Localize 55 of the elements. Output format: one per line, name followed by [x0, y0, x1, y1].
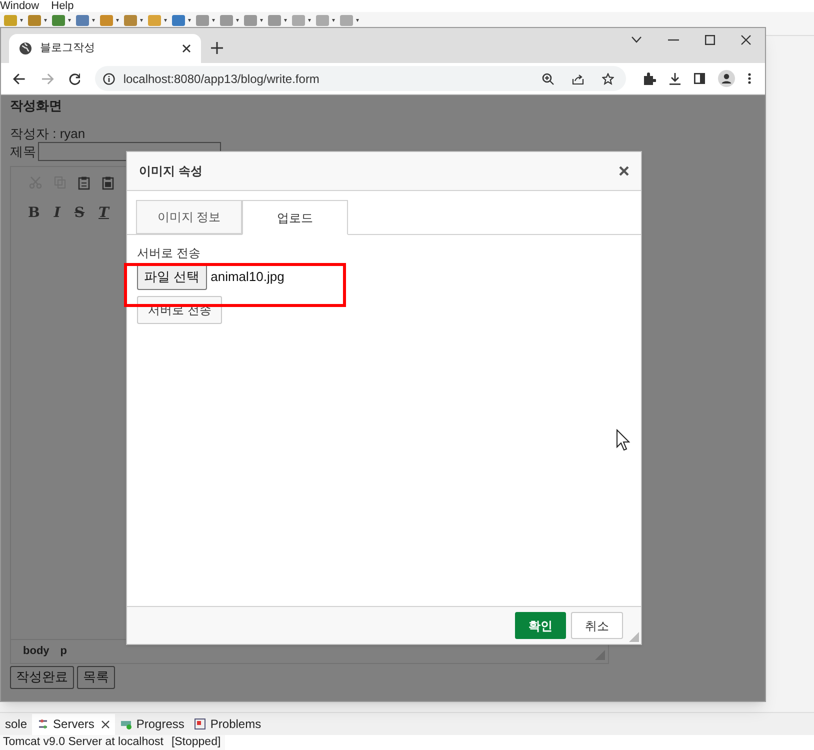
- address-bar[interactable]: localhost:8080/app13/blog/write.form: [95, 66, 626, 91]
- cancel-button[interactable]: 취소: [571, 612, 623, 639]
- close-icon[interactable]: [741, 34, 751, 44]
- progress-icon: [120, 718, 132, 730]
- reload-icon[interactable]: [68, 72, 80, 84]
- upload-label: 서버로 전송: [137, 246, 200, 260]
- problems-icon: [194, 718, 206, 730]
- browser-tab[interactable]: 블로그작성: [9, 34, 201, 63]
- clipboard-icon[interactable]: [78, 176, 90, 190]
- plus-icon[interactable]: [211, 42, 223, 54]
- zoom-icon[interactable]: [542, 72, 554, 84]
- panel-tab[interactable]: Problems: [189, 714, 266, 734]
- clipboard-text-icon[interactable]: [102, 176, 114, 190]
- strike-button[interactable]: S: [74, 203, 85, 224]
- menu-item[interactable]: Window: [0, 0, 40, 12]
- list-button[interactable]: 목록: [77, 666, 115, 688]
- italic-button[interactable]: I: [54, 203, 60, 224]
- panel-tab[interactable]: sole: [0, 714, 32, 734]
- back-icon[interactable]: [13, 72, 26, 84]
- menu-item[interactable]: Help: [51, 0, 74, 12]
- server-name[interactable]: Tomcat v9.0 Server at localhost: [3, 735, 164, 750]
- dialog-title: 이미지 속성: [139, 163, 202, 180]
- puzzle-icon[interactable]: [642, 72, 656, 85]
- panel-tab[interactable]: Servers: [32, 714, 116, 734]
- dialog-tab[interactable]: 업로드: [242, 200, 348, 235]
- bold-button[interactable]: B: [28, 203, 40, 224]
- globe-icon: [19, 42, 32, 55]
- ok-button[interactable]: 확인: [515, 612, 566, 639]
- close-icon[interactable]: [619, 166, 629, 176]
- close-icon[interactable]: [182, 44, 191, 53]
- star-icon[interactable]: [602, 72, 614, 84]
- title-label: 제목: [10, 143, 36, 161]
- maximize-icon[interactable]: [705, 34, 715, 44]
- dialog-tab[interactable]: 이미지 정보: [136, 200, 242, 234]
- close-icon[interactable]: [101, 720, 110, 728]
- share-icon[interactable]: [572, 72, 584, 84]
- servers-icon: [37, 718, 50, 730]
- page-heading: 작성화면: [10, 97, 63, 115]
- download-icon[interactable]: [668, 72, 681, 84]
- submit-button[interactable]: 작성완료: [10, 666, 74, 688]
- file-choose-button[interactable]: 파일 선택: [137, 264, 207, 290]
- cursor-icon: [616, 429, 630, 451]
- server-state: [Stopped]: [171, 735, 221, 750]
- side-panel-icon[interactable]: [694, 73, 705, 84]
- element-path-item[interactable]: body: [23, 642, 50, 660]
- element-path-item[interactable]: p: [60, 642, 68, 660]
- file-name: animal10.jpg: [210, 268, 284, 286]
- author-text: 작성자 : ryan: [10, 126, 86, 142]
- resize-grip-icon[interactable]: [629, 632, 639, 642]
- profile-icon[interactable]: [718, 70, 735, 87]
- chevron-down-icon[interactable]: [631, 36, 642, 43]
- info-icon: [103, 72, 116, 84]
- panel-tab[interactable]: Progress: [115, 714, 190, 734]
- more-icon[interactable]: [748, 73, 751, 84]
- clear-format-button[interactable]: T: [98, 203, 109, 224]
